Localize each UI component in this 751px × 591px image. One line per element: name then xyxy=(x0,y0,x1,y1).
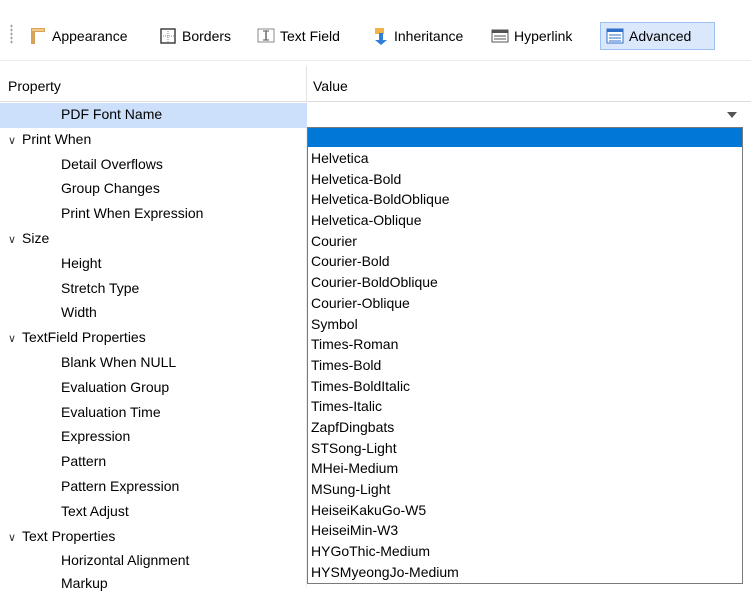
inheritance-icon xyxy=(370,26,390,46)
dropdown-option[interactable]: Helvetica xyxy=(308,148,742,169)
property-label: Evaluation Time xyxy=(61,404,161,420)
row-text: Detail Overflows xyxy=(61,155,163,172)
dropdown-option[interactable]: HYSMyeongJo-Medium xyxy=(308,562,742,583)
dropdown-option[interactable]: MSung-Light xyxy=(308,479,742,500)
chevron-down-icon[interactable]: ∨ xyxy=(8,531,22,544)
tab-appearance-label: Appearance xyxy=(52,28,128,44)
row-text: TextField Properties xyxy=(22,329,146,346)
dropdown-arrow-icon[interactable] xyxy=(727,112,737,118)
property-label: Expression xyxy=(61,428,130,444)
dropdown-option[interactable]: Times-Italic xyxy=(308,396,742,417)
dropdown-option[interactable]: Helvetica-Oblique xyxy=(308,210,742,231)
row-text: Group Changes xyxy=(61,180,160,197)
property-label: Pattern Expression xyxy=(61,478,179,494)
tab-advanced[interactable]: Advanced xyxy=(600,22,715,50)
dropdown-option[interactable]: STSong-Light xyxy=(308,438,742,459)
property-label: Pattern xyxy=(61,453,106,469)
borders-icon xyxy=(158,26,178,46)
property-label: Stretch Type xyxy=(61,280,139,296)
dropdown-option[interactable]: Helvetica-BoldOblique xyxy=(308,189,742,210)
dropdown-option[interactable]: Courier-Oblique xyxy=(308,293,742,314)
dropdown-option[interactable]: HeiseiKakuGo-W5 xyxy=(308,500,742,521)
category-label: ∨ Size xyxy=(8,230,49,246)
tab-hyperlink-label: Hyperlink xyxy=(514,28,573,44)
row-text: Evaluation Time xyxy=(61,403,161,420)
properties-toolbar: Appearance Borders Text Field Inheritanc… xyxy=(0,0,751,60)
row-text: Print When xyxy=(22,130,92,147)
chevron-down-icon[interactable]: ∨ xyxy=(8,134,22,147)
dropdown-option[interactable]: Helvetica-Bold xyxy=(308,169,742,190)
text-field-icon xyxy=(256,26,276,46)
property-label: Group Changes xyxy=(61,180,160,196)
row-text: Pattern Expression xyxy=(61,478,180,494)
category-label: ∨ Print When xyxy=(8,131,91,147)
tab-inheritance-label: Inheritance xyxy=(394,28,464,44)
tab-borders[interactable]: Borders xyxy=(158,22,231,50)
row-text: Text Properties xyxy=(22,527,116,544)
chevron-down-icon[interactable]: ∨ xyxy=(8,233,22,246)
row-text: PDF Font Name xyxy=(61,106,163,122)
table-row[interactable]: PDF Font Name xyxy=(0,103,307,128)
dropdown-option[interactable]: Courier-Bold xyxy=(308,251,742,272)
property-label: Evaluation Group xyxy=(61,379,169,395)
header-value[interactable]: Value xyxy=(313,78,348,94)
tab-text-field-label: Text Field xyxy=(280,28,340,44)
row-text: Print When Expression xyxy=(61,205,204,222)
dropdown-option[interactable]: MHei-Medium xyxy=(308,458,742,479)
row-text: Text Adjust xyxy=(61,502,129,519)
row-text: Stretch Type xyxy=(61,279,140,296)
property-label: Height xyxy=(61,255,101,271)
tab-hyperlink[interactable]: Hyperlink xyxy=(490,22,572,50)
dropdown-option[interactable]: Courier-BoldOblique xyxy=(308,272,742,293)
row-text: Expression xyxy=(61,428,131,445)
property-label: Blank When NULL xyxy=(61,354,176,370)
dropdown-option[interactable]: Courier xyxy=(308,231,742,252)
pdf-font-name-combo[interactable] xyxy=(307,104,747,126)
property-label: PDF Font Name xyxy=(61,106,162,122)
header-property[interactable]: Property xyxy=(8,78,61,94)
tab-advanced-label: Advanced xyxy=(629,28,692,44)
appearance-icon xyxy=(28,26,48,46)
row-text: Size xyxy=(22,230,50,246)
property-label: Width xyxy=(61,304,97,320)
property-label: Horizontal Alignment xyxy=(61,552,189,568)
tab-appearance[interactable]: Appearance xyxy=(28,22,128,50)
dropdown-option[interactable]: HYGoThic-Medium xyxy=(308,541,742,562)
row-text: Horizontal Alignment xyxy=(61,552,190,569)
toolbar-separator xyxy=(0,60,751,61)
column-divider[interactable] xyxy=(306,66,307,101)
row-text: Evaluation Group xyxy=(61,378,170,395)
table-header: Property Value xyxy=(0,66,751,102)
chevron-down-icon[interactable]: ∨ xyxy=(8,332,22,345)
category-label: ∨ Text Properties xyxy=(8,528,115,544)
dropdown-option[interactable]: Times-BoldItalic xyxy=(308,376,742,397)
advanced-icon xyxy=(605,26,625,46)
property-label: Detail Overflows xyxy=(61,156,163,172)
row-text: Width xyxy=(61,304,97,321)
row-text: Height xyxy=(61,254,102,271)
property-label: Print When Expression xyxy=(61,205,203,221)
hyperlink-icon xyxy=(490,26,510,46)
dropdown-option[interactable]: Times-Roman xyxy=(308,334,742,355)
property-label: Text Adjust xyxy=(61,503,129,519)
font-dropdown-list[interactable]: Helvetica Helvetica-Bold Helvetica-BoldObl… xyxy=(307,127,743,584)
dropdown-empty-option[interactable] xyxy=(308,128,742,147)
dropdown-option[interactable]: ZapfDingbats xyxy=(308,417,742,438)
toolbar-grip[interactable] xyxy=(10,24,13,44)
dropdown-option[interactable]: Symbol xyxy=(308,314,742,335)
tab-inheritance[interactable]: Inheritance xyxy=(370,22,463,50)
dropdown-option[interactable]: Times-Bold xyxy=(308,355,742,376)
table-row-peek: Markup xyxy=(61,575,108,591)
row-text: Pattern xyxy=(61,453,107,470)
dropdown-option[interactable]: HeiseiMin-W3 xyxy=(308,520,742,541)
category-label: ∨ TextField Properties xyxy=(8,329,146,345)
tab-text-field[interactable]: Text Field xyxy=(256,22,340,50)
row-text: Blank When NULL xyxy=(61,354,177,370)
tab-borders-label: Borders xyxy=(182,28,232,44)
